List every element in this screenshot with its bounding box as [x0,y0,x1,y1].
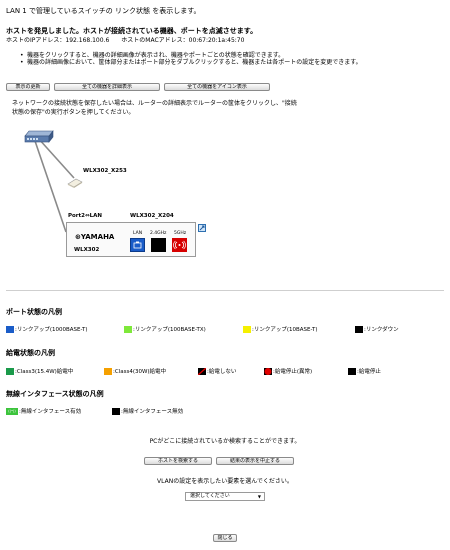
power-legend-item: :給電停止(異常) [264,368,312,376]
search-host-button[interactable]: ホストを検索する [144,457,212,465]
ethernet-port-icon [133,241,142,249]
wireless-legend-item: :無線インタフェース無効 [112,408,183,416]
refresh-button[interactable]: 表示の更新 [6,83,50,91]
port-legend-title: ポート状態の凡例 [6,308,62,316]
lan-port[interactable] [130,238,145,252]
power-error-swatch [264,368,272,375]
wireless-legend-title: 無線インタフェース状態の凡例 [6,390,104,398]
power-class4-swatch [104,368,112,375]
power-legend-title: 給電状態の凡例 [6,349,55,357]
expand-icon[interactable] [198,224,206,232]
connection-line [33,137,67,233]
power-class3-swatch [6,368,14,375]
show-all-detail-button[interactable]: 全ての機器を詳細表示 [54,83,160,91]
close-button[interactable]: 閉じる [213,534,237,542]
vlan-select-value: 選択してください [190,493,230,499]
port-1000base-swatch [6,326,14,333]
port-linkdown-swatch [355,326,363,333]
switch-icon[interactable] [24,130,54,144]
port-label-lan: LAN [133,231,143,236]
power-legend-item: :給電停止 [348,368,381,376]
instruction-item: 機器をクリックすると、機器の詳細画像が表示され、機器やポートごとの状態を確認でき… [20,52,362,59]
power-legend-item: :給電しない [198,368,236,376]
vlan-select[interactable]: 選択してください ▼ [185,492,265,501]
power-legend-item: :Class3(15.4W)給電中 [6,368,73,376]
show-all-icon-button[interactable]: 全ての機器をアイコン表示 [164,83,270,91]
power-stopped-swatch [348,368,356,375]
page-title: LAN 1 で管理しているスイッチの リンク状態 を表示します。 [6,7,201,15]
access-point-icon[interactable] [67,177,83,189]
port-legend-item: :リンクダウン [355,326,399,334]
power-legend-item: :Class4(30W)給電中 [104,368,166,376]
instruction-item: 機器の詳細画像において、筐体部分またはポート部分をダブルクリックすると、機器また… [20,59,362,66]
wireless-signal-icon [173,240,186,250]
wireless-disabled-swatch [112,408,120,415]
port-label-5ghz: 5GHz [174,231,187,236]
host-address-info: ホストのIPアドレス：192.168.100.6 ホストのMACアドレス：00:… [6,37,245,44]
connection-line [37,137,75,179]
port-100base-swatch [124,326,132,333]
vlan-description: VLANの設定を表示したい要素を選んでください。 [157,478,293,485]
access-point-1-label: WLX302_X253 [83,168,127,174]
port-connection-label: Port2⇔LAN [68,213,102,219]
device-model-label: WLX302 [74,247,100,253]
port-10base-swatch [243,326,251,333]
access-point-2-label: WLX302_X204 [130,213,174,219]
wireless-legend-item: ((•)):無線インタフェース有効 [6,408,81,416]
stop-display-button[interactable]: 結果の表示を中止する [216,457,294,465]
instruction-list: 機器をクリックすると、機器の詳細画像が表示され、機器やポートごとの状態を確認でき… [20,52,362,66]
wireless-2-4ghz-port[interactable] [151,238,166,252]
pc-search-description: PCがどこに接続されているか検索することができます。 [149,438,301,445]
port-legend-item: :リンクアップ(10BASE-T) [243,326,318,334]
chevron-down-icon: ▼ [257,494,261,499]
device-detail-panel[interactable]: ⊛YAMAHA WLX302 LAN 2.4GHz 5GHz [66,222,196,257]
section-divider [6,290,444,291]
wireless-5ghz-port[interactable] [172,238,187,252]
port-label-2-4ghz: 2.4GHz [150,231,167,236]
save-connection-notice: ネットワークの接続状態を保存したい場合は、ルーターの詳細表示でルーターの筐体をク… [12,100,297,116]
port-legend-item: :リンクアップ(100BASE-TX) [124,326,206,334]
wireless-enabled-swatch: ((•)) [6,408,18,415]
power-none-swatch [198,368,206,375]
yamaha-logo: ⊛YAMAHA [75,233,115,241]
port-legend-item: :リンクアップ(1000BASE-T) [6,326,87,334]
